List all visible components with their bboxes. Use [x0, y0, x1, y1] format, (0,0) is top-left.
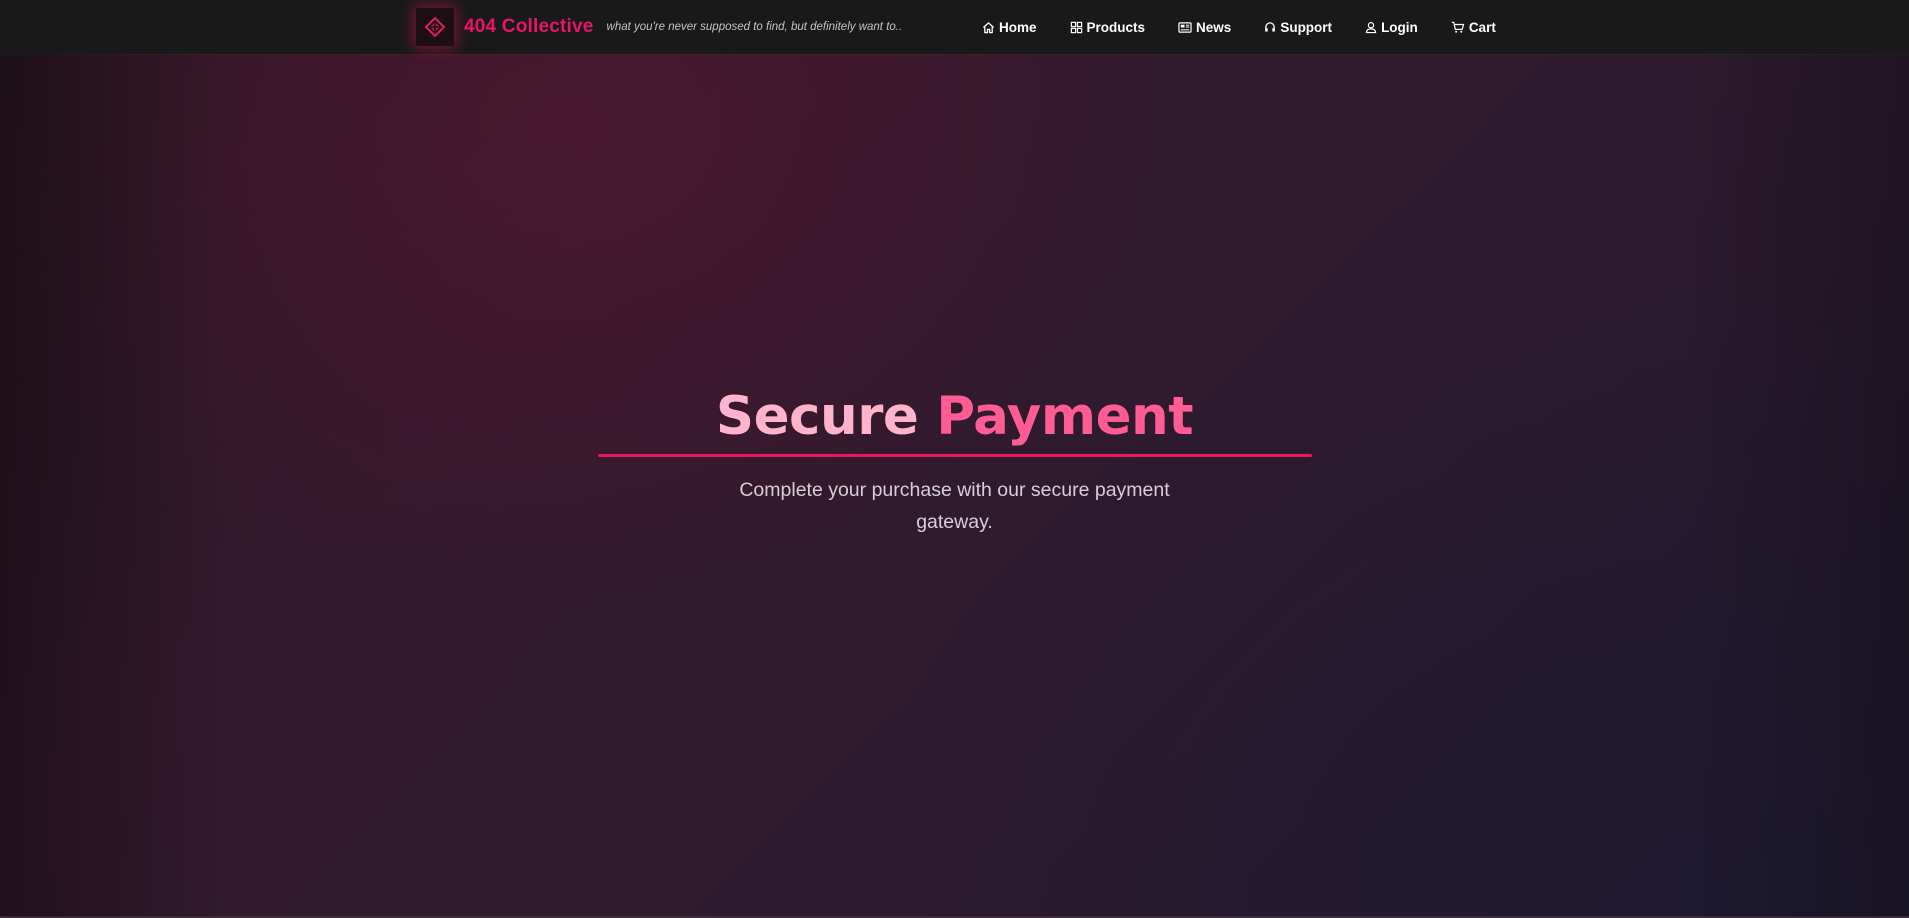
page-title-word-1: Secure	[715, 386, 919, 447]
hero-section: Secure Payment Complete your purchase wi…	[0, 380, 1909, 538]
nav-login[interactable]: Login	[1365, 20, 1418, 35]
top-navbar: 404 Collective what you're never suppose…	[0, 0, 1909, 54]
nav-support[interactable]: Support	[1264, 20, 1332, 35]
grid-icon	[1070, 21, 1082, 33]
newspaper-icon	[1178, 21, 1192, 33]
brand-name[interactable]: 404 Collective	[464, 16, 594, 38]
nav-home[interactable]: Home	[982, 20, 1037, 35]
page-title: Secure Payment	[0, 380, 1909, 454]
cart-icon	[1451, 21, 1464, 33]
nav-news[interactable]: News	[1178, 20, 1231, 35]
nav-home-label: Home	[999, 19, 1037, 35]
nav-login-label: Login	[1381, 19, 1418, 35]
shield-diamond-icon	[424, 16, 446, 38]
nav-products-label: Products	[1086, 19, 1146, 35]
nav-support-label: Support	[1280, 19, 1333, 35]
page: 404 Collective what you're never suppose…	[0, 0, 1909, 918]
headset-icon	[1265, 21, 1276, 32]
home-icon	[982, 21, 995, 33]
logo[interactable]	[416, 8, 454, 46]
nav-cart-label: Cart	[1468, 19, 1496, 35]
main-nav: Home Products News Support Login Cart	[982, 0, 1496, 54]
page-title-word-2: Payment	[936, 386, 1194, 447]
brand-tagline: what you're never supposed to find, but …	[606, 21, 903, 33]
title-underline	[597, 454, 1312, 457]
nav-news-label: News	[1196, 19, 1232, 35]
nav-products[interactable]: Products	[1070, 19, 1146, 35]
user-icon	[1365, 21, 1377, 33]
page-subtitle: Complete your purchase with our secure p…	[739, 479, 1170, 533]
brand[interactable]: 404 Collective what you're never suppose…	[416, 7, 902, 47]
nav-cart[interactable]: Cart	[1451, 20, 1496, 35]
